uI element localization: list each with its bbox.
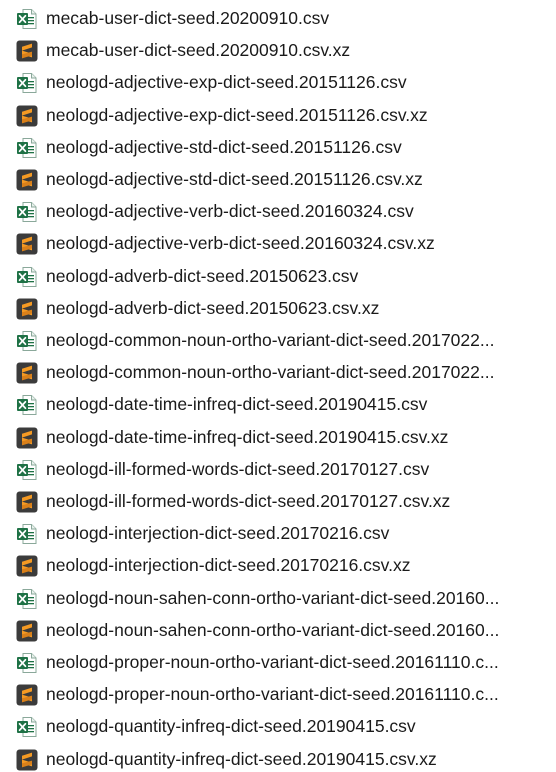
file-name: neologd-common-noun-ortho-variant-dict-s… [46,362,495,383]
file-row[interactable]: neologd-date-time-infreq-dict-seed.20190… [0,421,556,453]
sublime-text-icon [16,427,38,449]
file-row[interactable]: neologd-adjective-std-dict-seed.20151126… [0,163,556,195]
file-row[interactable]: neologd-adjective-verb-dict-seed.2016032… [0,195,556,227]
file-row[interactable]: neologd-adjective-exp-dict-seed.20151126… [0,66,556,98]
file-name: neologd-date-time-infreq-dict-seed.20190… [46,426,449,447]
file-name: neologd-noun-sahen-conn-ortho-variant-di… [46,619,500,640]
sublime-text-icon [16,555,38,577]
file-row[interactable]: neologd-adjective-std-dict-seed.20151126… [0,131,556,163]
excel-csv-icon [16,137,38,159]
file-name: neologd-common-noun-ortho-variant-dict-s… [46,330,495,350]
excel-csv-icon [16,394,38,416]
excel-csv-icon [16,8,38,30]
file-name: neologd-adjective-exp-dict-seed.20151126… [46,72,407,93]
file-name: neologd-noun-sahen-conn-ortho-variant-di… [46,587,500,608]
sublime-text-icon [16,298,38,320]
file-row[interactable]: neologd-proper-noun-ortho-variant-dict-s… [0,678,556,710]
excel-csv-icon [16,588,38,610]
excel-csv-icon [16,652,38,674]
sublime-text-icon [16,169,38,191]
file-name: neologd-adverb-dict-seed.20150623.csv.xz [46,297,380,318]
file-row[interactable]: neologd-quantity-infreq-dict-seed.201904… [0,710,556,742]
file-name: neologd-quantity-infreq-dict-seed.201904… [46,716,416,737]
file-name: neologd-adjective-std-dict-seed.20151126… [46,136,402,157]
file-row[interactable]: neologd-adjective-exp-dict-seed.20151126… [0,99,556,131]
file-row[interactable]: neologd-ill-formed-words-dict-seed.20170… [0,453,556,485]
file-row[interactable]: neologd-interjection-dict-seed.20170216.… [0,517,556,549]
excel-csv-icon [16,72,38,94]
file-row[interactable]: neologd-common-noun-ortho-variant-dict-s… [0,324,556,356]
file-name: neologd-interjection-dict-seed.20170216.… [46,523,390,544]
file-name: neologd-adjective-std-dict-seed.20151126… [46,169,423,189]
file-row[interactable]: neologd-noun-sahen-conn-ortho-variant-di… [0,582,556,614]
file-row[interactable]: neologd-date-time-infreq-dict-seed.20190… [0,388,556,420]
file-row[interactable]: neologd-common-noun-ortho-variant-dict-s… [0,356,556,388]
file-name: neologd-adjective-verb-dict-seed.2016032… [46,201,414,222]
sublime-text-icon [16,233,38,255]
excel-csv-icon [16,201,38,223]
sublime-text-icon [16,749,38,771]
sublime-text-icon [16,620,38,642]
excel-csv-icon [16,523,38,545]
file-name: neologd-interjection-dict-seed.20170216.… [46,555,411,576]
excel-csv-icon [16,459,38,481]
file-name: neologd-date-time-infreq-dict-seed.20190… [46,394,428,415]
file-name: mecab-user-dict-seed.20200910.csv [46,8,330,28]
excel-csv-icon [16,330,38,352]
file-row[interactable]: neologd-ill-formed-words-dict-seed.20170… [0,485,556,517]
excel-csv-icon [16,716,38,738]
file-name: neologd-adverb-dict-seed.20150623.csv [46,265,359,286]
file-row[interactable]: neologd-adverb-dict-seed.20150623.csv.xz [0,292,556,324]
sublime-text-icon [16,105,38,127]
sublime-text-icon [16,362,38,384]
file-name: neologd-proper-noun-ortho-variant-dict-s… [46,652,499,672]
sublime-text-icon [16,40,38,62]
file-row[interactable]: neologd-noun-sahen-conn-ortho-variant-di… [0,614,556,646]
sublime-text-icon [16,491,38,513]
file-row[interactable]: neologd-quantity-infreq-dict-seed.201904… [0,743,556,772]
excel-csv-icon [16,266,38,288]
file-row[interactable]: neologd-adjective-verb-dict-seed.2016032… [0,227,556,259]
file-row[interactable]: mecab-user-dict-seed.20200910.csv.xz [0,34,556,66]
file-name: neologd-ill-formed-words-dict-seed.20170… [46,491,451,511]
file-name: neologd-quantity-infreq-dict-seed.201904… [46,748,437,769]
file-name: neologd-proper-noun-ortho-variant-dict-s… [46,684,499,705]
file-name: mecab-user-dict-seed.20200910.csv.xz [46,40,351,61]
file-name: neologd-adjective-verb-dict-seed.2016032… [46,233,435,254]
file-row[interactable]: neologd-interjection-dict-seed.20170216.… [0,549,556,581]
file-name: neologd-adjective-exp-dict-seed.20151126… [46,104,428,125]
file-name: neologd-ill-formed-words-dict-seed.20170… [46,458,430,479]
sublime-text-icon [16,684,38,706]
file-row[interactable]: neologd-adverb-dict-seed.20150623.csv [0,260,556,292]
file-row[interactable]: neologd-proper-noun-ortho-variant-dict-s… [0,646,556,678]
file-row[interactable]: mecab-user-dict-seed.20200910.csv [0,2,556,34]
file-list: mecab-user-dict-seed.20200910.csv mecab-u… [0,0,556,772]
